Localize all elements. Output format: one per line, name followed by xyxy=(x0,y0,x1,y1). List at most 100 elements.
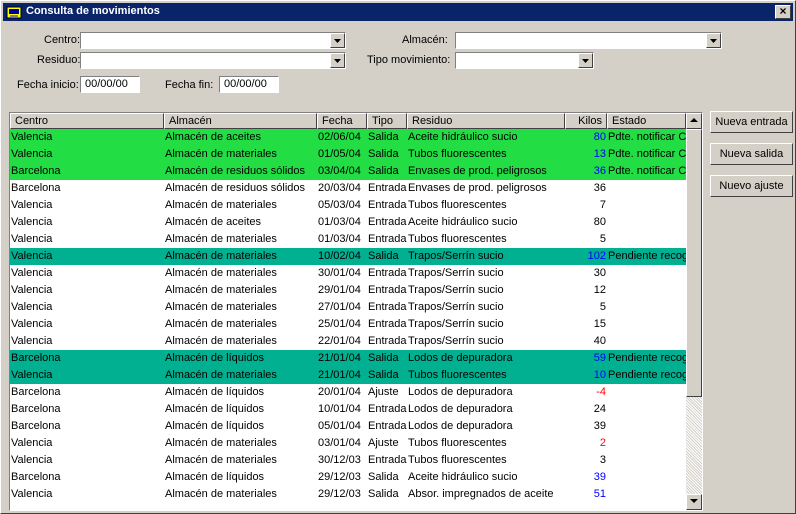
table-row[interactable]: Valencia Almacén de materiales 01/05/04 Sal… xyxy=(10,146,686,163)
cell-tipo: Salida xyxy=(368,471,399,483)
residuo-label: Residuo: xyxy=(37,54,81,66)
table-row[interactable]: Valencia Almacén de materiales 01/03/04 Ent… xyxy=(10,231,686,248)
scroll-up-button[interactable] xyxy=(686,113,702,129)
cell-estado xyxy=(608,214,686,231)
table-row[interactable]: Barcelona Almacén de líquidos 21/01/04 Sali… xyxy=(10,350,686,367)
scroll-down-button[interactable] xyxy=(686,494,702,510)
table-row[interactable]: Valencia Almacén de materiales 10/02/04 Sal… xyxy=(10,248,686,265)
cell-kilos: 39 xyxy=(593,471,606,483)
movements-grid[interactable]: Centro Almacén Fecha Tipo Residuo Kilos … xyxy=(9,112,703,511)
table-row[interactable]: Barcelona Almacén de líquidos 29/12/03 Sali… xyxy=(10,469,686,486)
arrow-down-icon xyxy=(690,499,698,503)
table-row[interactable]: Valencia Almacén de materiales 21/01/04 Sal… xyxy=(10,367,686,384)
cell-almacen: Almacén de líquidos xyxy=(165,386,265,398)
centro-dropdown-button[interactable] xyxy=(330,33,345,48)
cell-fecha: 20/01/04 xyxy=(318,386,361,398)
cell-fecha: 29/01/04 xyxy=(318,284,361,296)
cell-centro: Barcelona xyxy=(11,182,61,194)
residuo-combo[interactable] xyxy=(80,52,346,69)
col-centro-header[interactable]: Centro xyxy=(10,113,164,129)
vertical-scrollbar[interactable] xyxy=(686,113,702,510)
table-row[interactable]: Barcelona Almacén de líquidos 20/01/04 Ajus… xyxy=(10,384,686,401)
fecha-inicio-input[interactable]: 00/00/00 xyxy=(80,76,140,93)
cell-centro: Valencia xyxy=(11,233,53,245)
cell-estado xyxy=(608,435,686,452)
table-row[interactable]: Valencia Almacén de aceites 01/03/04 Entrad… xyxy=(10,214,686,231)
almacen-dropdown-button[interactable] xyxy=(706,33,721,48)
tipo-dropdown-button[interactable] xyxy=(578,53,593,68)
chevron-down-icon xyxy=(334,59,341,63)
chevron-down-icon xyxy=(710,39,717,43)
col-residuo-header[interactable]: Residuo xyxy=(407,113,565,129)
residuo-dropdown-button[interactable] xyxy=(330,53,345,68)
cell-almacen: Almacén de líquidos xyxy=(165,403,265,415)
cell-fecha: 21/01/04 xyxy=(318,352,361,364)
cell-tipo: Entrada xyxy=(368,233,407,245)
col-fecha-header[interactable]: Fecha xyxy=(317,113,367,129)
cell-residuo: Trapos/Serrín sucio xyxy=(408,284,504,296)
cell-residuo: Tubos fluorescentes xyxy=(408,369,507,381)
cell-estado xyxy=(608,486,686,503)
cell-estado xyxy=(608,316,686,333)
cell-fecha: 03/04/04 xyxy=(318,165,361,177)
cell-estado xyxy=(608,282,686,299)
cell-almacen: Almacén de materiales xyxy=(165,250,277,262)
cell-centro: Valencia xyxy=(11,454,53,466)
table-row[interactable]: Valencia Almacén de aceites 02/06/04 Salida… xyxy=(10,129,686,146)
cell-tipo: Ajuste xyxy=(368,386,399,398)
cell-kilos: 13 xyxy=(593,148,606,160)
almacen-combo[interactable] xyxy=(455,32,722,49)
cell-estado: Pdte. notificar Co xyxy=(608,165,686,177)
cell-centro: Barcelona xyxy=(11,165,61,177)
cell-residuo: Aceite hidráulico sucio xyxy=(408,471,518,483)
cell-residuo: Envases de prod. peligrosos xyxy=(408,165,547,177)
fecha-fin-input[interactable]: 00/00/00 xyxy=(219,76,279,93)
cell-fecha: 25/01/04 xyxy=(318,318,361,330)
cell-almacen: Almacén de materiales xyxy=(165,301,277,313)
cell-estado: Pendiente recog xyxy=(608,369,686,381)
cell-centro: Valencia xyxy=(11,437,53,449)
table-row[interactable]: Barcelona Almacén de líquidos 05/01/04 Entr… xyxy=(10,418,686,435)
cell-estado: Pendiente recog xyxy=(608,250,686,262)
col-kilos-header[interactable]: Kilos xyxy=(565,113,607,129)
cell-tipo: Salida xyxy=(368,250,399,262)
cell-tipo: Entrada xyxy=(368,216,407,228)
cell-residuo: Tubos fluorescentes xyxy=(408,148,507,160)
nuevo-ajuste-button[interactable]: Nuevo ajuste xyxy=(710,175,793,197)
close-button[interactable]: × xyxy=(775,5,791,19)
cell-centro: Barcelona xyxy=(11,352,61,364)
table-row[interactable]: Valencia Almacén de materiales 30/01/04 Ent… xyxy=(10,265,686,282)
col-almacen-header[interactable]: Almacén xyxy=(164,113,317,129)
cell-centro: Valencia xyxy=(11,131,53,143)
cell-residuo: Lodos de depuradora xyxy=(408,386,513,398)
centro-combo[interactable] xyxy=(80,32,346,49)
tipo-movimiento-combo[interactable] xyxy=(455,52,594,69)
table-row[interactable]: Valencia Almacén de materiales 03/01/04 Aju… xyxy=(10,435,686,452)
cell-fecha: 05/01/04 xyxy=(318,420,361,432)
cell-residuo: Absor. impregnados de aceite xyxy=(408,488,554,500)
col-tipo-header[interactable]: Tipo xyxy=(367,113,407,129)
table-row[interactable]: Valencia Almacén de materiales 27/01/04 Ent… xyxy=(10,299,686,316)
table-row[interactable]: Valencia Almacén de materiales 25/01/04 Ent… xyxy=(10,316,686,333)
cell-fecha: 10/02/04 xyxy=(318,250,361,262)
table-row[interactable]: Valencia Almacén de materiales 29/01/04 Ent… xyxy=(10,282,686,299)
table-row[interactable]: Barcelona Almacén de residuos sólidos 20/0… xyxy=(10,180,686,197)
table-row[interactable]: Barcelona Almacén de residuos sólidos 03/0… xyxy=(10,163,686,180)
col-estado-header[interactable]: Estado xyxy=(607,113,686,129)
cell-tipo: Salida xyxy=(368,165,399,177)
table-row[interactable]: Valencia Almacén de materiales 22/01/04 Ent… xyxy=(10,333,686,350)
main-window: Consulta de movimientos × Centro: Residu… xyxy=(0,0,796,514)
cell-almacen: Almacén de líquidos xyxy=(165,420,265,432)
nueva-entrada-button[interactable]: Nueva entrada xyxy=(710,111,793,133)
cell-kilos: 5 xyxy=(599,233,606,245)
table-row[interactable]: Valencia Almacén de materiales 30/12/03 Ent… xyxy=(10,452,686,469)
cell-centro: Valencia xyxy=(11,250,53,262)
cell-almacen: Almacén de materiales xyxy=(165,318,277,330)
table-row[interactable]: Barcelona Almacén de líquidos 10/01/04 Entr… xyxy=(10,401,686,418)
table-row[interactable]: Valencia Almacén de materiales 05/03/04 Ent… xyxy=(10,197,686,214)
scroll-thumb[interactable] xyxy=(686,129,702,397)
cell-almacen: Almacén de materiales xyxy=(165,233,277,245)
nueva-salida-button[interactable]: Nueva salida xyxy=(710,143,793,165)
table-row[interactable]: Valencia Almacén de materiales 29/12/03 Sal… xyxy=(10,486,686,503)
cell-centro: Barcelona xyxy=(11,420,61,432)
